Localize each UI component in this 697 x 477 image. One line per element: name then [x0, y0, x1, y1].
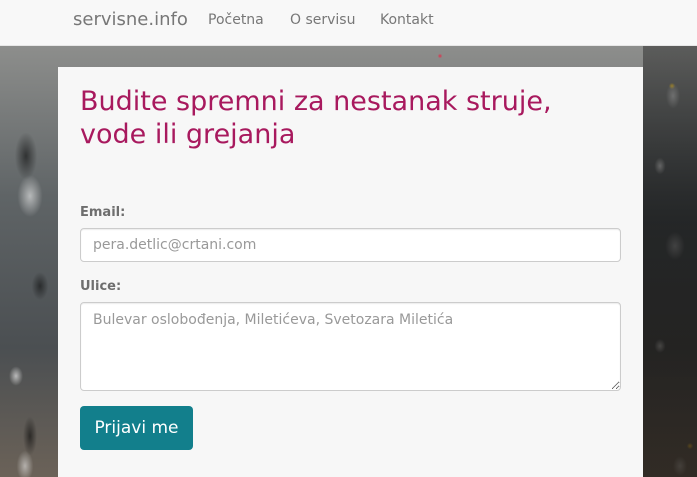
title-line-2: vode ili grejanja	[80, 119, 296, 150]
streets-textarea[interactable]	[80, 302, 621, 391]
title-line-1: Budite spremni za nestanak struje,	[80, 86, 552, 117]
submit-button[interactable]: Prijavi me	[80, 406, 193, 450]
navbar: servisne.info Početna O servisu Kontakt	[0, 0, 697, 46]
streets-label: Ulice:	[80, 279, 122, 294]
background-left-strip	[0, 46, 58, 477]
email-label: Email:	[80, 205, 126, 220]
background-right-strip	[643, 46, 697, 477]
signup-panel: Budite spremni za nestanak struje, vode …	[58, 67, 643, 477]
nav-link-o-servisu[interactable]: O servisu	[290, 12, 355, 28]
email-field[interactable]	[80, 228, 621, 262]
page-title: Budite spremni za nestanak struje, vode …	[80, 85, 620, 151]
nav-link-kontakt[interactable]: Kontakt	[380, 12, 434, 28]
brand-link[interactable]: servisne.info	[73, 9, 188, 30]
nav-link-pocetna[interactable]: Početna	[208, 12, 264, 28]
